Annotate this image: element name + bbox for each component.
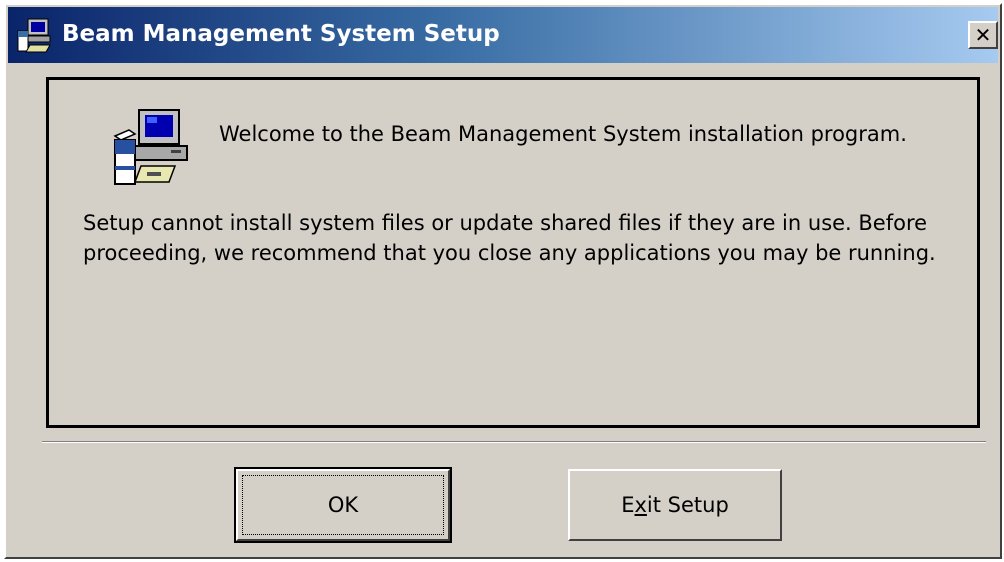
computer-setup-icon (113, 109, 188, 185)
focus-ring (242, 475, 444, 535)
separator-line (42, 441, 986, 443)
instructions-text: Setup cannot install system files or upd… (83, 211, 936, 265)
welcome-text: Welcome to the Beam Management System in… (219, 122, 907, 146)
setup-dialog-window: Beam Management System Setup ✕ Welcome t… (4, 3, 1002, 559)
ok-button[interactable]: OK (234, 467, 452, 543)
close-button[interactable]: ✕ (968, 21, 998, 49)
window-title: Beam Management System Setup (62, 21, 500, 47)
content-panel: Welcome to the Beam Management System in… (46, 77, 980, 428)
exit-button-label: Exit Setup (621, 493, 729, 517)
title-bar[interactable]: Beam Management System Setup ✕ (8, 7, 998, 63)
close-icon: ✕ (974, 23, 992, 47)
exit-setup-button[interactable]: Exit Setup (568, 469, 782, 541)
setup-app-icon (17, 18, 51, 53)
